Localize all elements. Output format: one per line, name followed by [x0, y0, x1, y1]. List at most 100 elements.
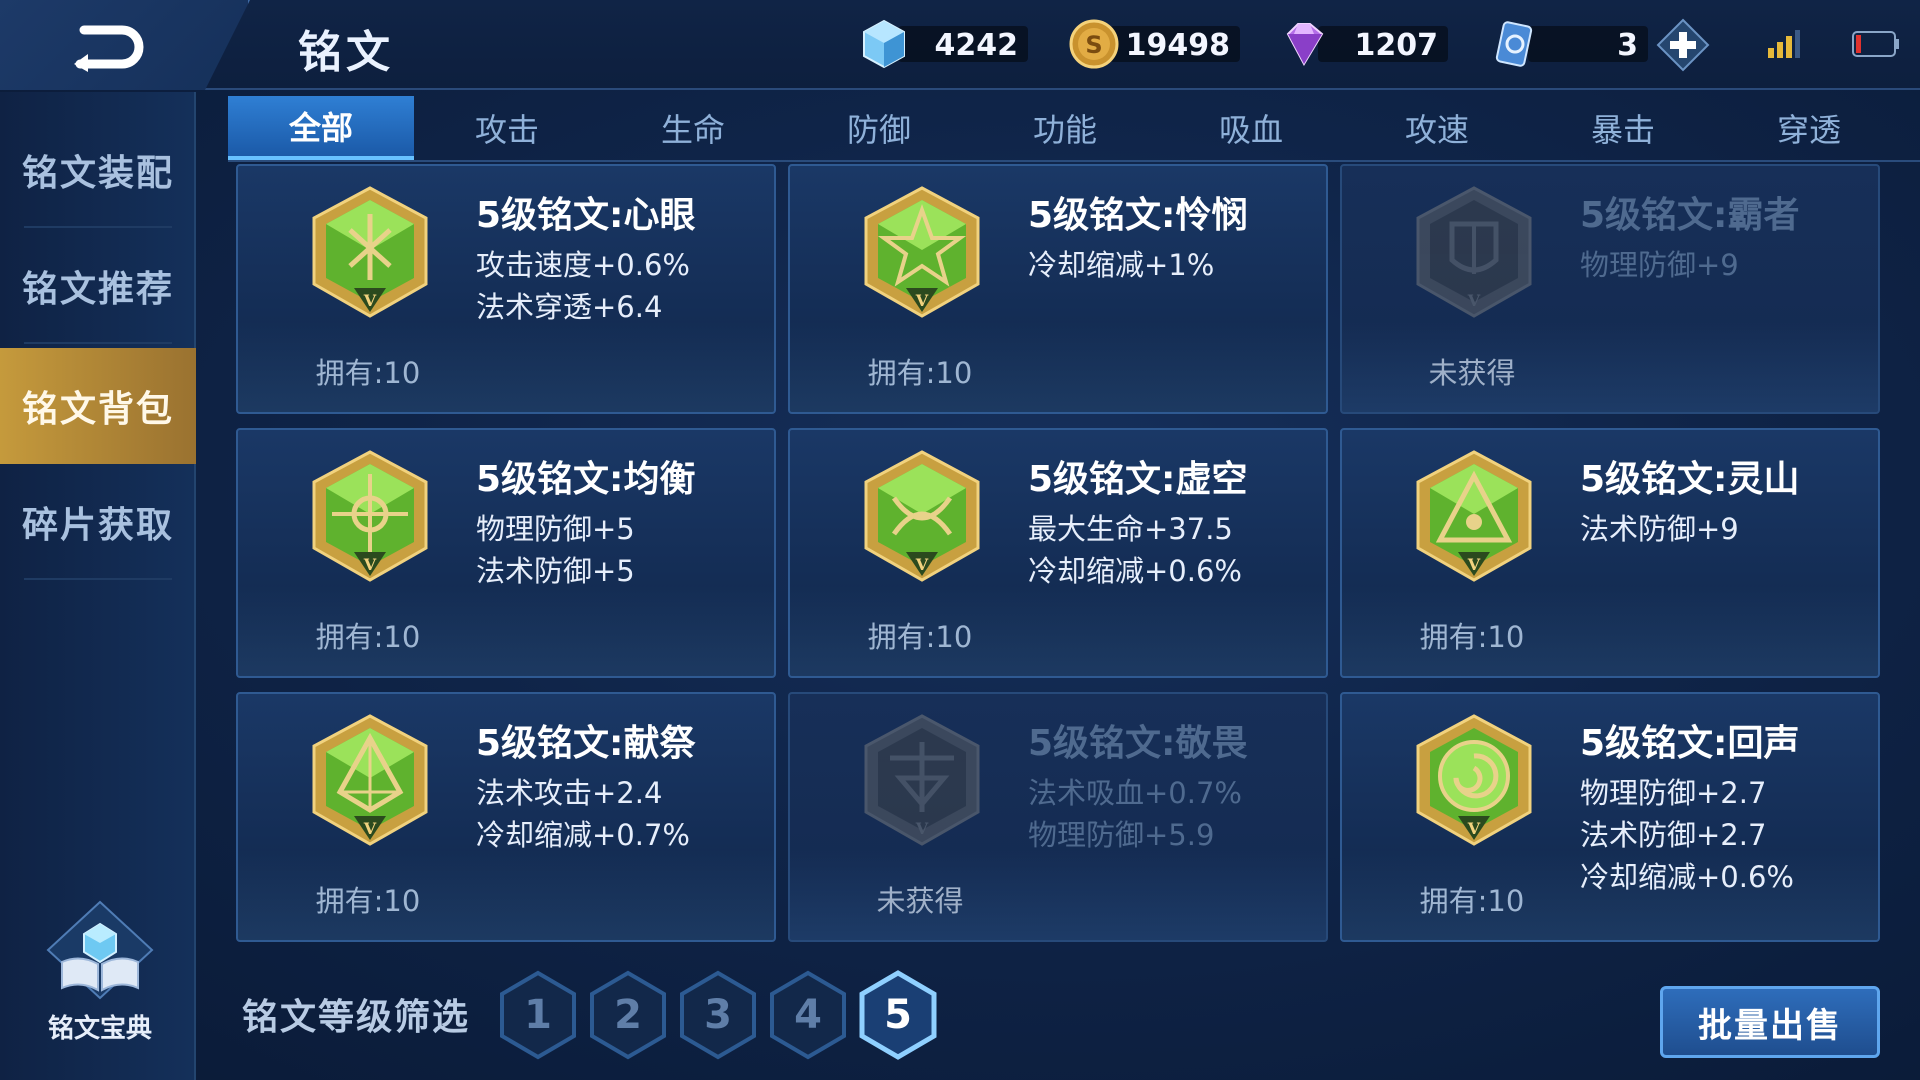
inscription-emblem-icon: V [312, 450, 428, 582]
inscription-stat: 法术防御+5 [476, 554, 635, 588]
bulk-sell-button[interactable]: 批量出售 [1660, 986, 1880, 1058]
tab-all[interactable]: 全部 [228, 96, 414, 160]
inscription-stat: 物理防御+9 [1580, 248, 1739, 282]
tab-lifesteal[interactable]: 吸血 [1158, 96, 1344, 160]
svg-text:V: V [915, 291, 929, 310]
inscription-emblem-icon: V [1416, 186, 1532, 318]
inscription-emblem-icon: V [864, 714, 980, 846]
diamond-icon [1286, 23, 1324, 67]
svg-text:V: V [1467, 291, 1481, 310]
inscription-card[interactable]: V 5级铭文:回声 物理防御+2.7 法术防御+2.7 冷却缩减+0.6% 拥有… [1340, 692, 1880, 942]
owned-count: 拥有:10 [315, 620, 421, 654]
inscription-name: 5级铭文:灵山 [1580, 459, 1800, 500]
inscription-card[interactable]: V 5级铭文:均衡 物理防御+5 法术防御+5 拥有:10 [236, 428, 776, 678]
codex-label: 铭文宝典 [47, 1014, 152, 1044]
sidebar-item-equip[interactable]: 铭文装配 [0, 112, 196, 228]
inscription-card[interactable]: V 5级铭文:心眼 攻击速度+0.6% 法术穿透+6.4 拥有:10 [236, 164, 776, 414]
tab-penetration[interactable]: 穿透 [1716, 96, 1902, 160]
inscription-emblem-icon: V [864, 450, 980, 582]
sidebar-item-fragments[interactable]: 碎片获取 [0, 464, 196, 580]
back-button[interactable] [0, 0, 250, 90]
level-filter-1[interactable]: 1 [498, 970, 578, 1060]
inscription-card[interactable]: V 5级铭文:献祭 法术攻击+2.4 冷却缩减+0.7% 拥有:10 [236, 692, 776, 942]
top-bar: 铭文 4242 S 19498 1207 3 [0, 0, 1920, 90]
not-obtained-label: 未获得 [876, 884, 964, 918]
diamond-currency: 1207 [1278, 20, 1448, 68]
owned-count: 拥有:10 [315, 884, 421, 918]
back-arrow-icon [74, 25, 144, 72]
inscription-name: 5级铭文:心眼 [476, 195, 696, 236]
svg-text:V: V [915, 555, 929, 574]
inscription-card-locked[interactable]: V 5级铭文:敬畏 法术吸血+0.7% 物理防御+5.9 未获得 [788, 692, 1328, 942]
level-filter-4[interactable]: 4 [768, 970, 848, 1060]
inscription-stat: 法术防御+2.7 [1580, 818, 1767, 852]
inscription-stat: 物理防御+5.9 [1028, 818, 1215, 852]
page-title: 铭文 [298, 27, 394, 78]
owned-count: 拥有:10 [867, 356, 973, 390]
tab-utility[interactable]: 功能 [972, 96, 1158, 160]
svg-text:V: V [915, 819, 929, 838]
inscription-stat: 冷却缩减+1% [1028, 248, 1215, 282]
inscription-name: 5级铭文:均衡 [476, 459, 696, 500]
svg-text:V: V [363, 555, 377, 574]
add-currency-button[interactable] [1656, 18, 1710, 72]
inscription-stat: 冷却缩减+0.6% [1580, 860, 1794, 894]
inscription-emblem-icon: V [312, 186, 428, 318]
level-filter-5[interactable]: 5 [858, 970, 938, 1060]
level-filter-label: 铭文等级筛选 [242, 997, 471, 1038]
inscription-stat: 最大生命+37.5 [1028, 512, 1233, 546]
owned-count: 拥有:10 [1419, 620, 1525, 654]
inscription-name: 5级铭文:怜悯 [1028, 195, 1248, 236]
gold-coin-icon: S [1069, 19, 1119, 69]
inscription-stat: 物理防御+2.7 [1580, 776, 1767, 810]
svg-text:S: S [1085, 31, 1102, 59]
inscription-emblem-icon: V [1416, 450, 1532, 582]
sidebar-item-backpack[interactable]: 铭文背包 [0, 348, 196, 464]
level-number: 4 [794, 992, 822, 1038]
inscription-card-locked[interactable]: V 5级铭文:霸者 物理防御+9 未获得 [1340, 164, 1880, 414]
tab-attack[interactable]: 攻击 [414, 96, 600, 160]
inscription-card[interactable]: V 5级铭文:怜悯 冷却缩减+1% 拥有:10 [788, 164, 1328, 414]
level-number: 1 [524, 992, 552, 1038]
inscription-name: 5级铭文:回声 [1580, 723, 1800, 764]
inscription-stat: 法术防御+9 [1580, 512, 1739, 546]
owned-count: 拥有:10 [1419, 884, 1525, 918]
inscription-name: 5级铭文:虚空 [1028, 459, 1248, 500]
inscription-stat: 冷却缩减+0.6% [1028, 554, 1242, 588]
gold-value: 19498 [1125, 28, 1230, 63]
owned-count: 拥有:10 [315, 356, 421, 390]
tab-health[interactable]: 生命 [600, 96, 786, 160]
crystal-currency: 4242 [858, 19, 1028, 69]
inscription-stat: 法术穿透+6.4 [476, 290, 663, 324]
inscription-stat: 冷却缩减+0.7% [476, 818, 690, 852]
inscription-name: 5级铭文:霸者 [1580, 195, 1800, 236]
level-filter-3[interactable]: 3 [678, 970, 758, 1060]
inscription-name: 5级铭文:敬畏 [1028, 723, 1248, 764]
voucher-currency: 3 [1488, 20, 1648, 68]
sidebar-item-recommend[interactable]: 铭文推荐 [0, 228, 196, 344]
crystal-icon [863, 19, 905, 69]
tab-defense[interactable]: 防御 [786, 96, 972, 160]
svg-text:V: V [1467, 819, 1481, 838]
signal-icon [1768, 30, 1800, 58]
inscription-stat: 法术吸血+0.7% [1028, 776, 1242, 810]
inscription-card[interactable]: V 5级铭文:虚空 最大生命+37.5 冷却缩减+0.6% 拥有:10 [788, 428, 1328, 678]
book-icon [46, 900, 154, 1000]
gold-currency: S 19498 [1068, 19, 1240, 69]
inscription-stat: 攻击速度+0.6% [476, 248, 690, 282]
crystal-value: 4242 [934, 28, 1019, 63]
inscription-stat: 法术攻击+2.4 [476, 776, 663, 810]
inscription-card[interactable]: V 5级铭文:灵山 法术防御+9 拥有:10 [1340, 428, 1880, 678]
svg-text:V: V [1467, 555, 1481, 574]
level-number: 5 [884, 992, 912, 1038]
battery-icon [1852, 31, 1899, 57]
category-tabs: 全部 攻击 生命 防御 功能 吸血 攻速 暴击 穿透 [228, 96, 1920, 162]
inscription-name: 5级铭文:献祭 [476, 723, 696, 764]
inscription-emblem-icon: V [864, 186, 980, 318]
inscription-stat: 物理防御+5 [476, 512, 635, 546]
svg-text:V: V [363, 291, 377, 310]
tab-attack-speed[interactable]: 攻速 [1344, 96, 1530, 160]
tab-critical[interactable]: 暴击 [1530, 96, 1716, 160]
level-filter-2[interactable]: 2 [588, 970, 668, 1060]
codex-button[interactable]: 铭文宝典 [30, 900, 170, 1050]
